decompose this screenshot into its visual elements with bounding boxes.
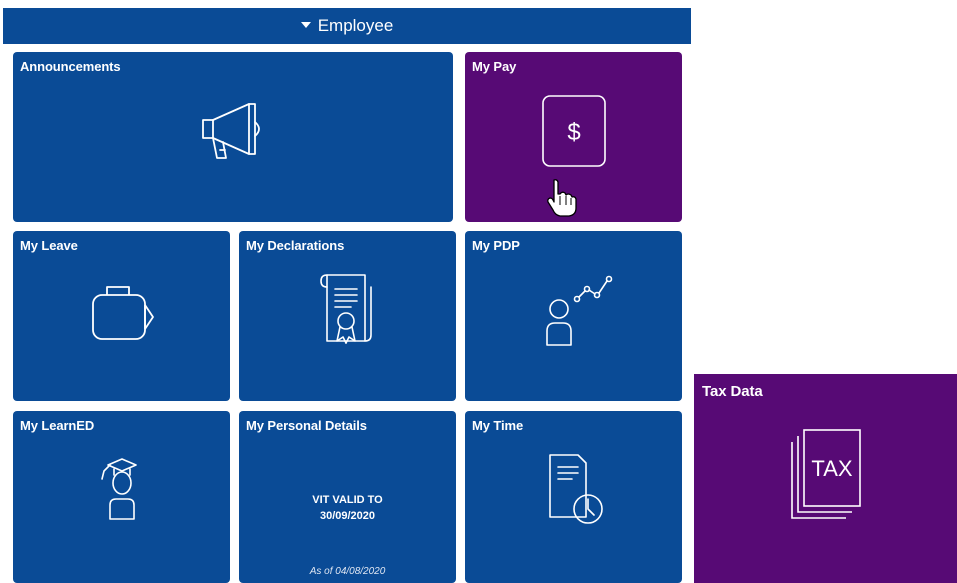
caret-down-icon: [300, 22, 311, 28]
timesheet-clock-icon: [534, 451, 614, 531]
tile-my-learned[interactable]: My LearnED: [13, 411, 230, 583]
vit-date: 30/09/2020: [319, 510, 376, 522]
tile-announcements[interactable]: Announcements: [13, 52, 453, 222]
tile-tax-data[interactable]: Tax Data TAX: [694, 374, 957, 583]
certificate-icon: [313, 271, 383, 351]
tile-my-pay[interactable]: My Pay $: [465, 52, 682, 222]
tax-document-icon: TAX: [786, 428, 866, 522]
dollar-icon: $: [541, 94, 607, 168]
employee-group-header[interactable]: Employee: [3, 8, 691, 44]
tile-title: My PDP: [472, 238, 520, 253]
tile-my-pdp[interactable]: My PDP: [465, 231, 682, 401]
tile-my-time[interactable]: My Time: [465, 411, 682, 583]
graduate-icon: [92, 455, 152, 527]
tile-my-declarations[interactable]: My Declarations: [239, 231, 456, 401]
tile-title: My Pay: [472, 59, 517, 74]
tax-icon-text: TAX: [811, 456, 852, 481]
tile-title: Tax Data: [702, 383, 763, 400]
suitcase-icon: [77, 275, 167, 351]
tile-my-personal-details[interactable]: My Personal Details VIT VALID TO 30/09/2…: [239, 411, 456, 583]
vit-label: VIT VALID TO: [312, 494, 383, 506]
person-growth-icon: [529, 273, 619, 349]
svg-text:$: $: [567, 119, 580, 146]
employee-homepage: Employee Announcements My Pay $ My Leave…: [0, 0, 957, 583]
tile-title: My Declarations: [246, 238, 345, 253]
tile-title: Announcements: [20, 59, 121, 74]
tile-my-leave[interactable]: My Leave: [13, 231, 230, 401]
tile-title: My Personal Details: [246, 418, 367, 433]
as-of-date: As of 04/08/2020: [309, 566, 386, 577]
tile-title: My Leave: [20, 238, 78, 253]
tile-title: My LearnED: [20, 418, 95, 433]
group-title: Employee: [317, 16, 394, 35]
megaphone-icon: [193, 92, 273, 172]
tile-title: My Time: [472, 418, 524, 433]
